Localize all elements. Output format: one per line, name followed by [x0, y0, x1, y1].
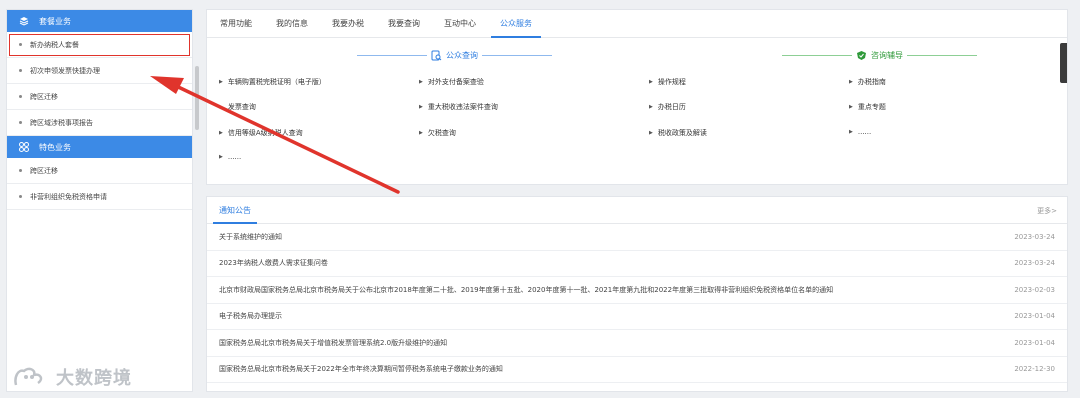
caret-right-icon: ▶ — [419, 79, 423, 85]
notice-row[interactable]: 国家税务总局北京市税务局关于增值税发票管理系统2.0版升级维护的通知 2023-… — [207, 330, 1067, 357]
caret-right-icon: ▶ — [649, 79, 653, 85]
sidebar-item-cross-region-migration-2[interactable]: 跨区迁移 — [7, 158, 192, 184]
caret-right-icon: ▶ — [419, 130, 423, 136]
caret-right-icon: ▶ — [849, 79, 853, 85]
notice-row[interactable]: 电子税务局办理提示 2023-01-04 — [207, 304, 1067, 330]
caret-right-icon: ▶ — [849, 104, 853, 110]
sidebar-item-cross-region-report[interactable]: 跨区域涉税事项报告 — [7, 110, 192, 136]
link-credit-a[interactable]: ▶ 信用等级A级纳税人查询 — [219, 128, 303, 138]
link-invoice-query[interactable]: ▶ 发票查询 — [219, 102, 256, 112]
service-links: ▶ 车辆购置税完税证明（电子版） ▶ 对外支付备案查验 ▶ 发票查询 ▶ 重大税收违法案… — [207, 10, 1067, 184]
caret-right-icon: ▶ — [649, 130, 653, 136]
bullet-icon — [19, 169, 22, 172]
bullet-icon — [19, 43, 22, 46]
sidebar-scrollbar[interactable] — [195, 66, 199, 130]
sidebar: 套餐业务 新办纳税人套餐 初次申领发票快捷办理 跨区迁移 跨区域涉税事项报告 特… — [6, 9, 199, 392]
link-tax-calendar[interactable]: ▶ 办税日历 — [649, 102, 686, 112]
notice-date: 2023-01-04 — [1014, 338, 1055, 347]
link-more-query[interactable]: ▶...... — [219, 153, 241, 161]
bullet-icon — [19, 121, 22, 124]
notice-text: 北京市财政局国家税务总局北京市税务局关于公布北京市2018年度第二十批、2019… — [219, 285, 834, 294]
sidebar-item-cross-region-migration[interactable]: 跨区迁移 — [7, 84, 192, 110]
notice-date: 2023-01-04 — [1014, 312, 1055, 321]
notice-row[interactable]: 北京市财政局国家税务总局北京市税务局关于公布北京市2018年度第二十批、2019… — [207, 277, 1067, 304]
layers-icon — [19, 16, 29, 26]
sidebar-section-title: 套餐业务 — [39, 16, 71, 26]
link-tax-arrears[interactable]: ▶ 欠税查询 — [419, 128, 456, 138]
notice-text: 关于系统维护的通知 — [219, 232, 282, 241]
sidebar-item-label: 跨区域涉税事项报告 — [30, 118, 93, 127]
notice-date: 2023-02-03 — [1014, 285, 1055, 294]
sidebar-item-new-taxpayer-package[interactable]: 新办纳税人套餐 — [7, 32, 192, 58]
notice-date: 2023-03-24 — [1014, 259, 1055, 268]
sidebar-item-label: 跨区迁移 — [30, 166, 58, 175]
link-tax-policy[interactable]: ▶ 税收政策及解读 — [649, 128, 707, 138]
caret-right-icon: ▶ — [649, 104, 653, 110]
link-tax-guide[interactable]: ▶ 办税指南 — [849, 77, 886, 87]
caret-right-icon: ▶ — [219, 130, 223, 136]
notice-panel: 通知公告 更多> 关于系统维护的通知 2023-03-24 2023年纳税人缴费… — [206, 196, 1068, 392]
notice-text: 2023年纳税人缴费人需求征集问卷 — [219, 259, 328, 268]
notice-date: 2022-12-30 — [1014, 365, 1055, 374]
bullet-icon — [19, 69, 22, 72]
grid-icon — [19, 142, 29, 152]
sidebar-item-label: 初次申领发票快捷办理 — [30, 66, 100, 75]
notice-text: 国家税务总局北京市税务局关于增值税发票管理系统2.0版升级维护的通知 — [219, 338, 448, 347]
sidebar-section-special[interactable]: 特色业务 — [7, 136, 192, 158]
link-procedures[interactable]: ▶ 操作规程 — [649, 77, 686, 87]
watermark-text: 大数跨境 — [56, 368, 132, 389]
watermark-logo-icon — [14, 367, 43, 386]
link-more-consult[interactable]: ▶...... — [849, 128, 871, 136]
bullet-icon — [19, 195, 22, 198]
notice-more-link[interactable]: 更多> — [1037, 206, 1057, 216]
sidebar-section-package[interactable]: 套餐业务 — [7, 10, 192, 32]
notice-row[interactable]: 2023年纳税人缴费人需求征集问卷 2023-03-24 — [207, 251, 1067, 277]
notice-title[interactable]: 通知公告 — [219, 205, 251, 216]
notice-row[interactable]: 关于系统维护的通知 2023-03-24 — [207, 224, 1067, 251]
service-panel: 常用功能 我的信息 我要办税 我要查询 互动中心 公众服务 公众查询 咨询辅导 … — [206, 9, 1068, 185]
caret-right-icon: ▶ — [219, 104, 223, 110]
notice-text: 电子税务局办理提示 — [219, 312, 282, 321]
caret-right-icon: ▶ — [219, 154, 223, 160]
sidebar-item-label: 跨区迁移 — [30, 92, 58, 101]
sidebar-item-nonprofit-exemption[interactable]: 非营利组织免税资格申请 — [7, 184, 192, 210]
notice-row[interactable]: 国家税务总局北京市税务局关于2022年全市年终决算期间暂停税务系统电子缴款业务的… — [207, 357, 1067, 383]
notice-header: 通知公告 更多> — [207, 197, 1067, 224]
sidebar-item-label: 非营利组织免税资格申请 — [30, 192, 107, 201]
sidebar-section-title: 特色业务 — [39, 142, 71, 152]
sidebar-item-label: 新办纳税人套餐 — [30, 40, 79, 49]
side-float-tab[interactable] — [1060, 43, 1067, 83]
link-foreign-payment[interactable]: ▶ 对外支付备案查验 — [419, 77, 484, 87]
link-vehicle-tax-cert[interactable]: ▶ 车辆购置税完税证明（电子版） — [219, 77, 326, 87]
watermark: 大数跨境 — [12, 364, 132, 390]
bullet-icon — [19, 95, 22, 98]
notice-date: 2023-03-24 — [1014, 232, 1055, 241]
link-major-cases[interactable]: ▶ 重大税收违法案件查询 — [419, 102, 498, 112]
notice-text: 国家税务总局北京市税务局关于2022年全市年终决算期间暂停税务系统电子缴款业务的… — [219, 365, 503, 374]
notice-title-underline — [213, 222, 257, 224]
caret-right-icon: ▶ — [849, 129, 853, 135]
link-key-topics[interactable]: ▶ 重点专题 — [849, 102, 886, 112]
caret-right-icon: ▶ — [219, 79, 223, 85]
sidebar-item-first-invoice[interactable]: 初次申领发票快捷办理 — [7, 58, 192, 84]
caret-right-icon: ▶ — [419, 104, 423, 110]
